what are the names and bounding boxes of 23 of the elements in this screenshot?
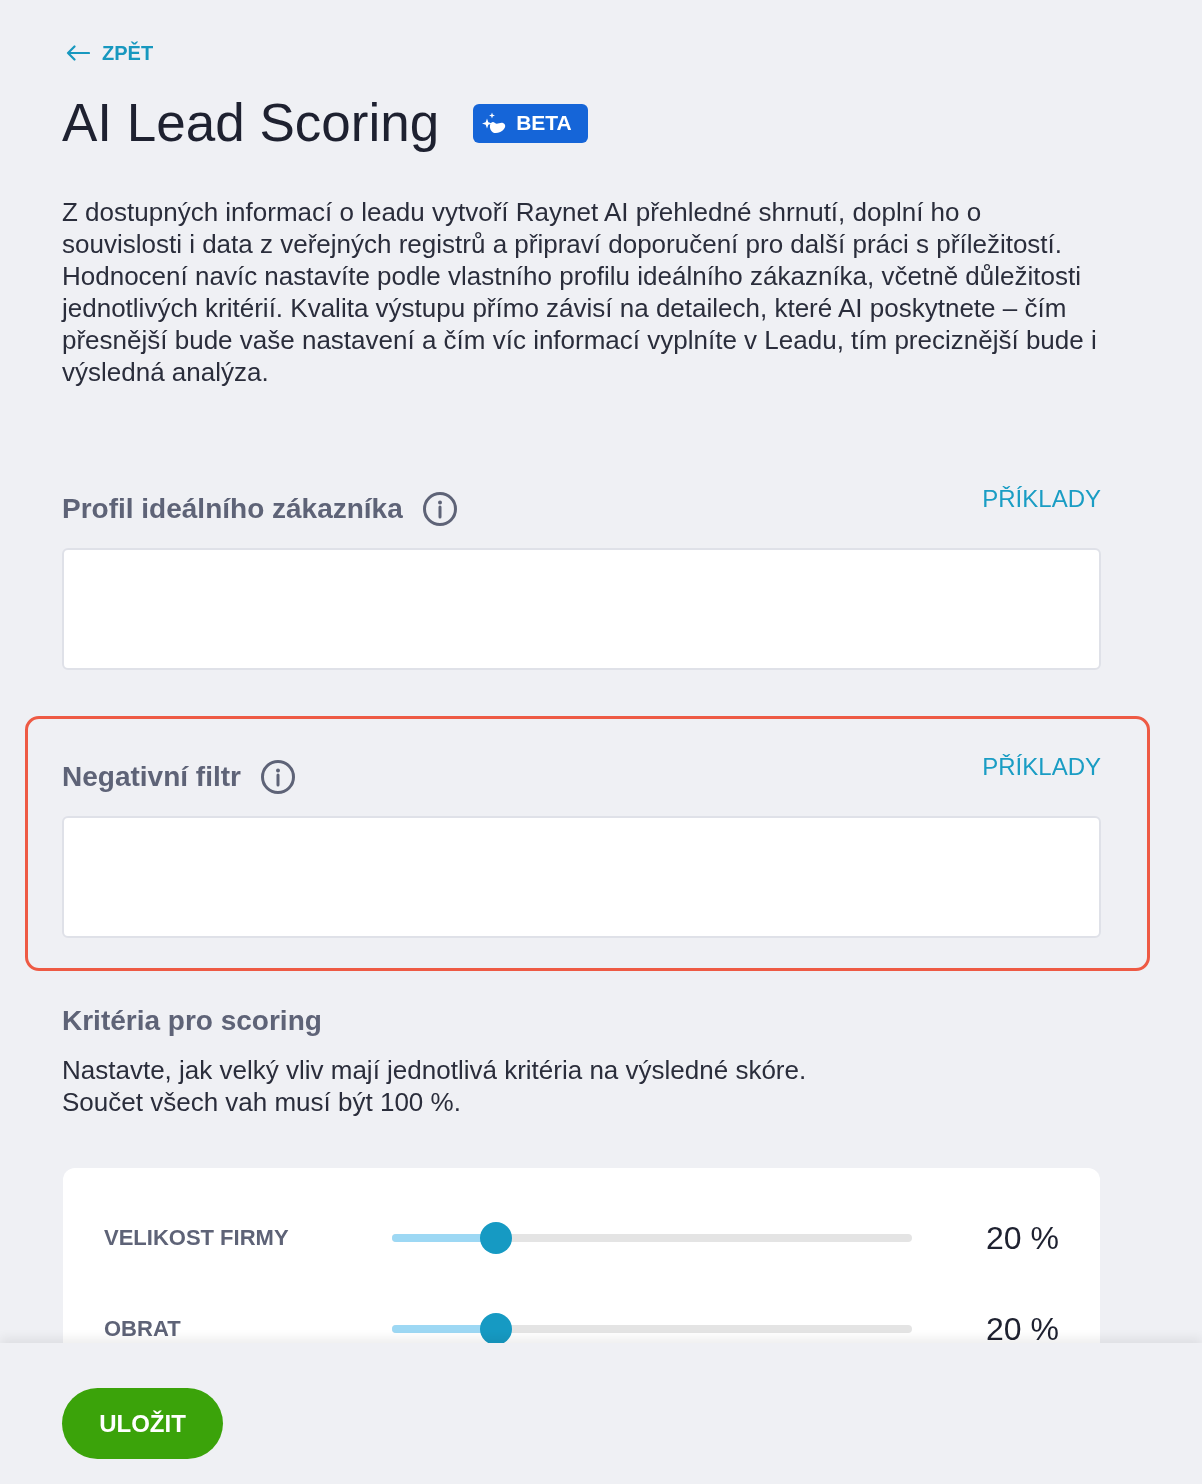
slider[interactable] — [392, 1222, 912, 1254]
examples-link[interactable]: PŘÍKLADY — [982, 753, 1101, 781]
description-text: Z dostupných informací o leadu vytvoří Raynet AI přehledné shrnutí, doplní ho o souvislosti i data z veřejných registrů a připraví doporučení pro další práci s příležitostí. Hodnocení navíc nastavíte podle vlastního profilu ideálního zákazníka, včetně důležitosti jednotlivých kritérií. Kvalita výstupu přímo závisí na detailech, které AI poskytnete – čím přesnější bude vaše nastavení a čím víc informací vyplníte v Leadu, tím preciznější bude i výsledná analýza. — [62, 196, 1098, 388]
section-title: Profil ideálního zákazníka — [62, 492, 403, 526]
info-icon[interactable] — [260, 760, 295, 794]
criteria-hint: Nastavte, jak velký vliv mají jednotlivá kritéria na výsledné skóre. — [62, 1054, 808, 1086]
arrow-left-icon — [66, 45, 90, 61]
page-title: AI Lead Scoring — [62, 92, 440, 154]
slider-thumb[interactable] — [480, 1313, 512, 1343]
criterion-label: VELIKOST FIRMY — [104, 1225, 290, 1251]
slider-thumb[interactable] — [480, 1222, 512, 1254]
criteria-hint: Součet všech vah musí být 100 %. — [62, 1086, 462, 1118]
sparkles-icon — [482, 112, 507, 134]
section-title: Negativní filtr — [62, 760, 241, 794]
criterion-value: 20 % — [986, 1219, 1059, 1258]
examples-link[interactable]: PŘÍKLADY — [982, 485, 1101, 513]
back-link[interactable]: ZPĚT — [62, 40, 154, 66]
release-stage-label: BETA — [516, 111, 572, 135]
info-icon[interactable] — [422, 492, 457, 526]
section-title: Kritéria pro scoring — [62, 1004, 323, 1038]
save-button[interactable]: ULOŽIT — [62, 1388, 223, 1459]
criterion-label: OBRAT — [104, 1316, 182, 1342]
criterion-value: 20 % — [986, 1310, 1059, 1343]
